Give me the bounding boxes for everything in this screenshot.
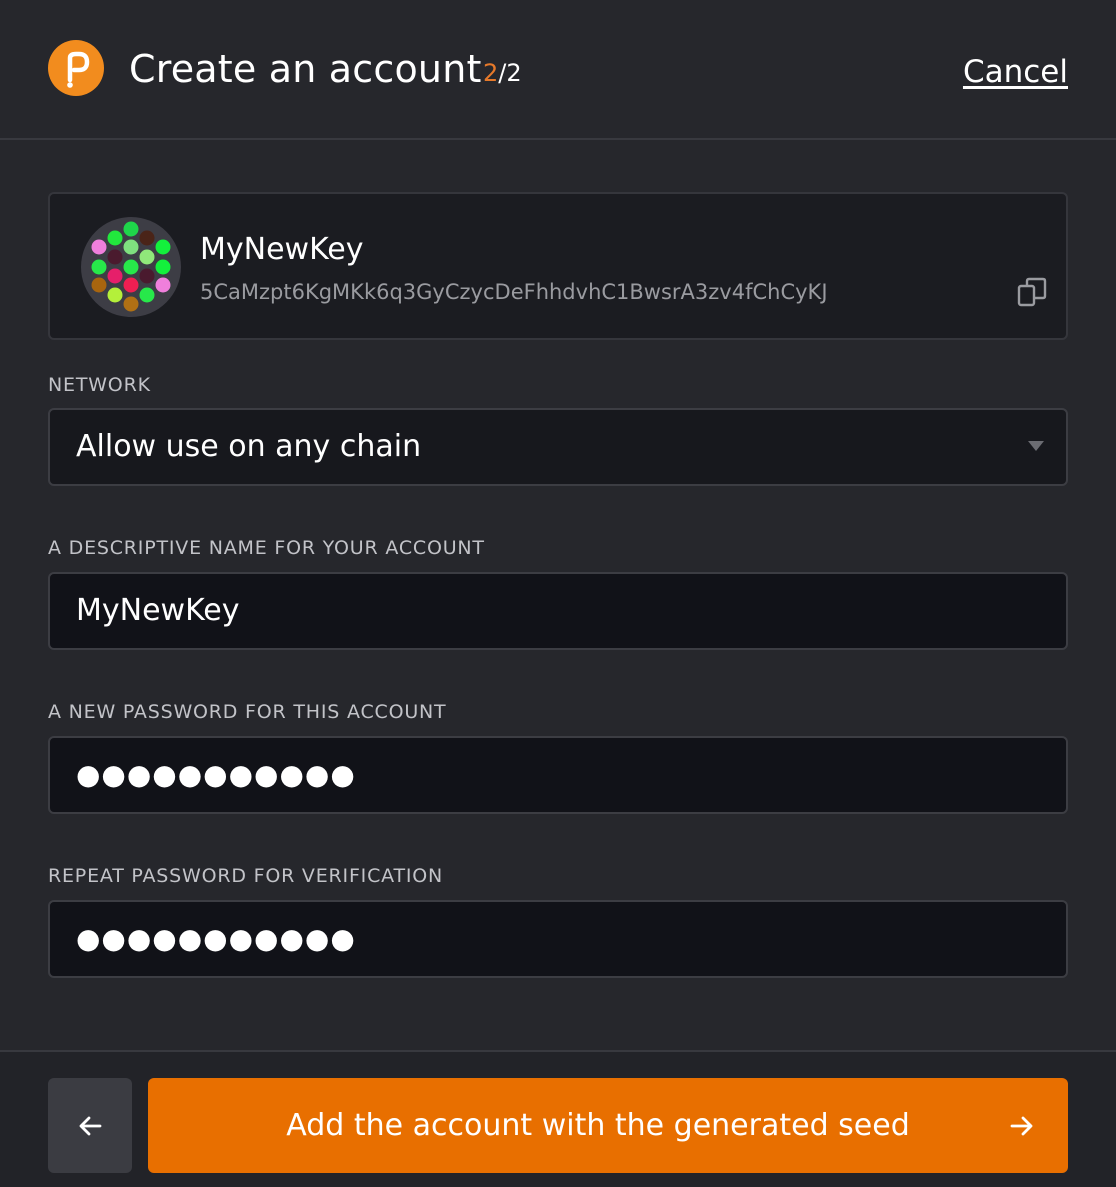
account-name-input[interactable]: MyNewKey [48, 572, 1068, 650]
account-name-input-value: MyNewKey [76, 593, 240, 628]
repeat-password-input[interactable]: ●●●●●●●●●●● [48, 900, 1068, 978]
account-card: MyNewKey 5CaMzpt6KgMKk6q3GyCzycDeFhhdvhC… [48, 192, 1068, 340]
add-account-button[interactable]: Add the account with the generated seed [148, 1078, 1068, 1173]
footer-bar: Add the account with the generated seed [0, 1050, 1116, 1187]
arrow-right-icon [1010, 1116, 1033, 1136]
step-total: /2 [498, 59, 522, 87]
network-label: NETWORK [48, 374, 151, 396]
repeat-password-label: REPEAT PASSWORD FOR VERIFICATION [48, 865, 444, 887]
arrow-left-icon [79, 1116, 102, 1136]
back-button[interactable] [48, 1078, 132, 1173]
account-address: 5CaMzpt6KgMKk6q3GyCzycDeFhhdvhC1BwsrA3zv… [200, 280, 828, 304]
step-indicator: 2/2 [483, 58, 522, 88]
cancel-link[interactable]: Cancel [963, 52, 1068, 92]
identicon-avatar [81, 217, 181, 317]
password-label: A NEW PASSWORD FOR THIS ACCOUNT [48, 701, 447, 723]
password-input-value: ●●●●●●●●●●● [76, 758, 356, 791]
add-account-button-label: Add the account with the generated seed [286, 1108, 910, 1143]
network-selected-value: Allow use on any chain [76, 429, 422, 464]
polkadot-logo-icon [48, 40, 104, 96]
repeat-password-input-value: ●●●●●●●●●●● [76, 922, 356, 955]
password-input[interactable]: ●●●●●●●●●●● [48, 736, 1068, 814]
header: Create an account 2/2 Cancel [0, 0, 1116, 140]
chevron-down-icon [1028, 441, 1044, 451]
account-name-label: A DESCRIPTIVE NAME FOR YOUR ACCOUNT [48, 537, 485, 559]
page-title: Create an account [129, 47, 482, 91]
account-name: MyNewKey [200, 232, 364, 267]
step-current: 2 [483, 59, 499, 87]
network-select[interactable]: Allow use on any chain [48, 408, 1068, 486]
copy-icon[interactable] [1016, 276, 1048, 308]
